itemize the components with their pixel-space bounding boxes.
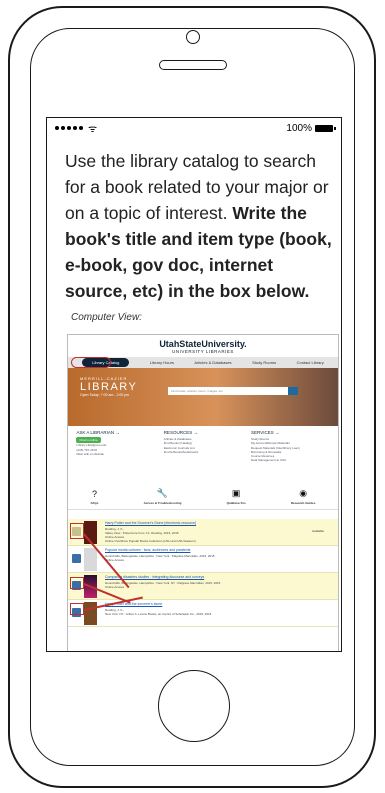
search-button[interactable]	[288, 387, 298, 395]
status-bar: ᯤ 100%	[47, 118, 341, 138]
catalog-highlight	[71, 357, 111, 368]
troubleshooting-link[interactable]: 🔧 Access & Troubleshooting	[144, 488, 182, 505]
signal-icon: ᯤ	[55, 121, 97, 135]
highlight-box	[70, 523, 84, 539]
faq-link[interactable]: ? FAQs	[91, 489, 99, 505]
site-header: UtahStateUniversity. UNIVERSITY LIBRARIE…	[68, 335, 338, 357]
result-title[interactable]: Popular media cultures : fans, audiences…	[105, 548, 190, 552]
speaker-grille	[159, 60, 227, 70]
availability: Available	[311, 529, 324, 533]
computer-view-caption: Computer View:	[71, 312, 142, 323]
battery-icon	[315, 124, 336, 132]
compass-icon: ◉	[299, 488, 308, 498]
library-logo: MERRILL-CAZIER LIBRARY Open Today: 7:00 …	[80, 376, 138, 397]
highlight-box	[70, 577, 84, 589]
phone-screen: ᯤ 100% Use the library catalog to search…	[46, 117, 342, 652]
battery-percent: 100%	[286, 122, 312, 134]
nav-study-rooms[interactable]: Study Rooms	[252, 360, 276, 365]
result-item[interactable]: Harry Potter and the Sorcerer's Stone [e…	[68, 519, 338, 546]
resources-column: RESOURCES → Articles & Databases Find Bo…	[163, 430, 199, 454]
highlight-box	[70, 603, 84, 615]
site-subtitle: UNIVERSITY LIBRARIES	[172, 348, 234, 354]
wifi-icon: ᯤ	[88, 124, 98, 135]
battery-indicator: 100%	[286, 122, 336, 134]
wrench-icon: 🔧	[156, 488, 169, 498]
instruction-text: Use the library catalog to search for a …	[47, 138, 341, 304]
how-tos-link[interactable]: ▣ QuikHow-Tos	[227, 488, 246, 505]
result-meta: Houndmills, Basingstoke, Hampshire ; New…	[105, 554, 215, 562]
nav-articles-databases[interactable]: Articles & Databases	[194, 360, 231, 365]
ask-librarian-column: ASK A LIBRARIAN → Chat is online Library…	[76, 430, 120, 456]
result-item[interactable]: Comparing disasters studies : integratin…	[68, 573, 338, 600]
nav-library-hours[interactable]: Library Hours	[150, 360, 174, 365]
result-meta: Rowling, J. K., Valley View : Pottermore…	[105, 527, 196, 543]
site-name: UtahStateUniversity.	[159, 338, 247, 349]
book-type-icon	[72, 554, 81, 563]
hero-banner: MERRILL-CAZIER LIBRARY Open Today: 7:00 …	[68, 368, 338, 426]
result-meta: Houndmills, Basingstoke, Hampshire ; New…	[105, 581, 221, 589]
catalog-search-input[interactable]: Find books, articles, items, images, etc…	[168, 387, 288, 395]
question-icon: ?	[91, 489, 97, 499]
info-columns: ASK A LIBRARIAN → Chat is online Library…	[68, 426, 338, 476]
quick-links: ? FAQs 🔧 Access & Troubleshooting ▣ QuikHow…	[68, 476, 338, 510]
camera-icon	[186, 30, 200, 44]
search-results: Harry Potter and the Sorcerer's Stone [e…	[68, 519, 338, 651]
library-screenshot: UtahStateUniversity. UNIVERSITY LIBRARIE…	[67, 334, 339, 651]
nav-contact-library[interactable]: Contact Library	[297, 360, 324, 365]
result-title[interactable]: Harry Potter and the Sorcerer's Stone [e…	[105, 521, 196, 525]
home-button[interactable]	[158, 670, 230, 742]
book-cover	[84, 548, 97, 571]
services-column: SERVICES → Study Rooms My Account/Renew …	[251, 430, 300, 463]
result-meta: Rowling, J. K., New York, NY : Arthur A.…	[105, 608, 212, 616]
result-item[interactable]: Popular media cultures : fans, audiences…	[68, 546, 338, 573]
document-icon: ▣	[231, 488, 241, 498]
research-guides-link[interactable]: ◉ Research Guides	[291, 488, 316, 505]
